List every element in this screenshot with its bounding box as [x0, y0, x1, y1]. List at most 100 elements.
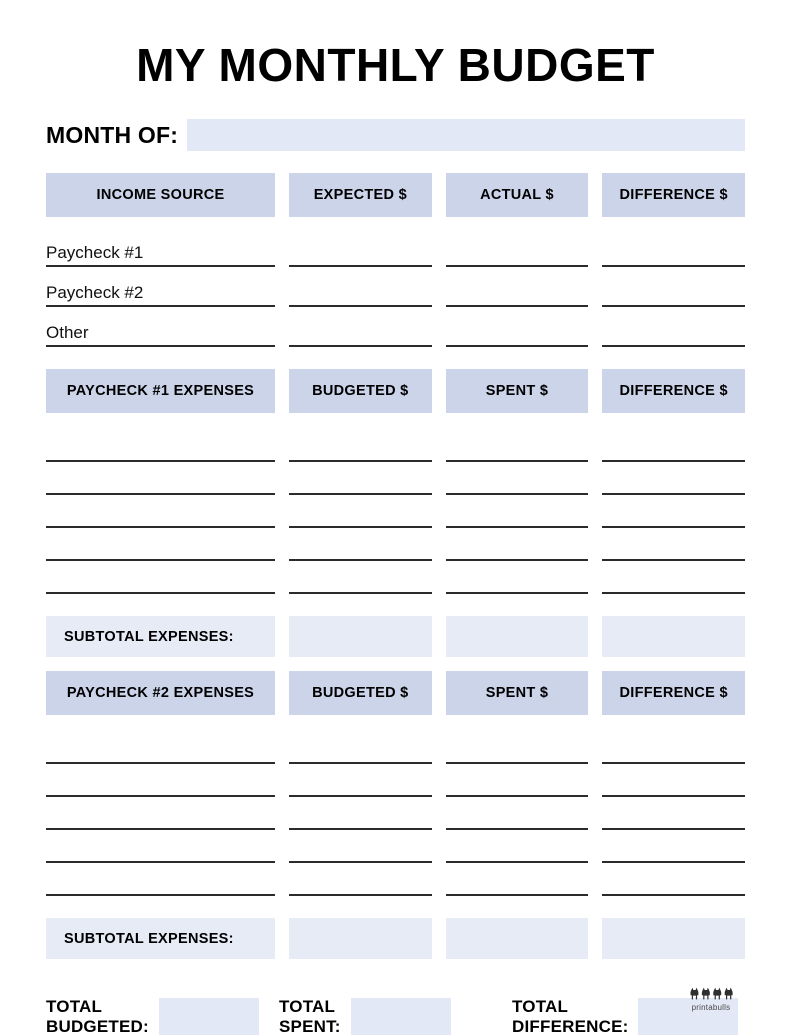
income-source-label: Other — [46, 323, 89, 343]
paycheck2-row — [46, 764, 745, 797]
paycheck1-spent-cell[interactable] — [445, 462, 589, 495]
paycheck2-budgeted-cell[interactable] — [289, 797, 432, 830]
paycheck1-difference-cell[interactable] — [602, 462, 745, 495]
paycheck1-row — [46, 462, 745, 495]
month-of-input[interactable] — [187, 119, 745, 151]
paycheck1-budgeted-cell[interactable] — [289, 561, 432, 594]
paycheck2-expense-cell[interactable] — [46, 830, 275, 863]
paycheck1-header-difference: DIFFERENCE $ — [602, 369, 745, 413]
income-row: Paycheck #2 — [46, 267, 745, 307]
income-expected-cell[interactable] — [289, 307, 432, 347]
paycheck1-expense-cell[interactable] — [46, 462, 275, 495]
paycheck1-spent-cell[interactable] — [445, 495, 589, 528]
income-expected-cell[interactable] — [289, 227, 432, 267]
paycheck2-expense-cell[interactable] — [46, 863, 275, 896]
paycheck1-expense-cell[interactable] — [46, 429, 275, 462]
income-header-difference: DIFFERENCE $ — [602, 173, 745, 217]
income-row: Paycheck #1 — [46, 227, 745, 267]
paycheck1-row — [46, 429, 745, 462]
paycheck1-header-expenses: PAYCHECK #1 EXPENSES — [46, 369, 275, 413]
paycheck2-expense-cell[interactable] — [46, 764, 275, 797]
income-row: Other — [46, 307, 745, 347]
income-difference-cell[interactable] — [602, 267, 745, 307]
paycheck2-spent-cell[interactable] — [445, 764, 589, 797]
paycheck2-budgeted-cell[interactable] — [289, 863, 432, 896]
paycheck1-row — [46, 495, 745, 528]
paycheck1-header-budgeted: BUDGETED $ — [289, 369, 432, 413]
total-spent-item: TOTAL SPENT: — [279, 997, 512, 1036]
paycheck1-difference-cell[interactable] — [602, 429, 745, 462]
paycheck2-budgeted-cell[interactable] — [289, 731, 432, 764]
paycheck2-difference-cell[interactable] — [602, 797, 745, 830]
paycheck1-spent-cell[interactable] — [445, 429, 589, 462]
income-source-cell[interactable]: Paycheck #2 — [46, 267, 275, 307]
income-actual-cell[interactable] — [445, 267, 589, 307]
paycheck1-subtotal-row: SUBTOTAL EXPENSES: — [46, 616, 745, 657]
paycheck2-difference-cell[interactable] — [602, 731, 745, 764]
page-title: MY MONTHLY BUDGET — [136, 39, 655, 91]
paycheck1-spent-cell[interactable] — [445, 561, 589, 594]
income-difference-cell[interactable] — [602, 307, 745, 347]
paycheck2-header-difference: DIFFERENCE $ — [602, 671, 745, 715]
paycheck1-expense-cell[interactable] — [46, 561, 275, 594]
paycheck1-budgeted-cell[interactable] — [289, 528, 432, 561]
paycheck2-budgeted-cell[interactable] — [289, 830, 432, 863]
paycheck2-spent-cell[interactable] — [445, 830, 589, 863]
paycheck1-expense-cell[interactable] — [46, 528, 275, 561]
paycheck2-difference-cell[interactable] — [602, 863, 745, 896]
paycheck2-row — [46, 731, 745, 764]
income-source-cell[interactable]: Paycheck #1 — [46, 227, 275, 267]
paycheck2-spent-cell[interactable] — [445, 731, 589, 764]
income-actual-cell[interactable] — [445, 307, 589, 347]
total-budgeted-input[interactable] — [158, 998, 259, 1036]
income-actual-cell[interactable] — [445, 227, 589, 267]
paycheck2-difference-cell[interactable] — [602, 830, 745, 863]
brand-name: printabulls — [691, 1003, 731, 1012]
paycheck1-subtotal-difference[interactable] — [602, 616, 745, 657]
paycheck1-difference-cell[interactable] — [602, 561, 745, 594]
paycheck1-row — [46, 561, 745, 594]
footer-logo: printabulls — [675, 987, 747, 1012]
paycheck2-subtotal-label: SUBTOTAL EXPENSES: — [46, 918, 275, 959]
paycheck1-budgeted-cell[interactable] — [289, 462, 432, 495]
income-header-expected: EXPECTED $ — [289, 173, 432, 217]
paycheck2-spent-cell[interactable] — [445, 863, 589, 896]
paycheck2-header-spent: SPENT $ — [445, 671, 589, 715]
income-difference-cell[interactable] — [602, 227, 745, 267]
total-budgeted-label: TOTAL BUDGETED: — [46, 997, 149, 1036]
paycheck2-spent-cell[interactable] — [445, 797, 589, 830]
paycheck1-difference-cell[interactable] — [602, 528, 745, 561]
paycheck2-header-row: PAYCHECK #2 EXPENSES BUDGETED $ SPENT $ … — [46, 671, 745, 715]
paycheck1-subtotal-label: SUBTOTAL EXPENSES: — [46, 616, 275, 657]
paycheck1-subtotal-spent[interactable] — [445, 616, 589, 657]
paycheck1-subtotal-budgeted[interactable] — [289, 616, 432, 657]
paycheck2-header-budgeted: BUDGETED $ — [289, 671, 432, 715]
income-header-actual: ACTUAL $ — [445, 173, 589, 217]
paycheck1-budgeted-cell[interactable] — [289, 429, 432, 462]
paycheck2-expense-cell[interactable] — [46, 797, 275, 830]
paycheck1-difference-cell[interactable] — [602, 495, 745, 528]
paycheck1-budgeted-cell[interactable] — [289, 495, 432, 528]
total-difference-label: TOTAL DIFFERENCE: — [512, 997, 629, 1036]
income-header-source: INCOME SOURCE — [46, 173, 275, 217]
income-source-cell[interactable]: Other — [46, 307, 275, 347]
paycheck2-row — [46, 797, 745, 830]
paycheck2-row — [46, 830, 745, 863]
income-source-label: Paycheck #2 — [46, 283, 144, 303]
three-bulls-icon — [675, 987, 747, 1002]
paycheck2-budgeted-cell[interactable] — [289, 764, 432, 797]
total-spent-input[interactable] — [350, 998, 451, 1036]
paycheck2-subtotal-spent[interactable] — [445, 918, 589, 959]
paycheck1-spent-cell[interactable] — [445, 528, 589, 561]
paycheck1-header-spent: SPENT $ — [445, 369, 589, 413]
income-header-row: INCOME SOURCE EXPECTED $ ACTUAL $ DIFFER… — [46, 173, 745, 217]
paycheck1-row — [46, 528, 745, 561]
paycheck2-subtotal-difference[interactable] — [602, 918, 745, 959]
paycheck2-row — [46, 863, 745, 896]
income-expected-cell[interactable] — [289, 267, 432, 307]
paycheck2-subtotal-budgeted[interactable] — [289, 918, 432, 959]
paycheck2-difference-cell[interactable] — [602, 764, 745, 797]
paycheck1-expense-cell[interactable] — [46, 495, 275, 528]
paycheck2-expense-cell[interactable] — [46, 731, 275, 764]
budget-page: MY MONTHLY BUDGET MONTH OF: INCOME SOURC… — [0, 0, 791, 1036]
